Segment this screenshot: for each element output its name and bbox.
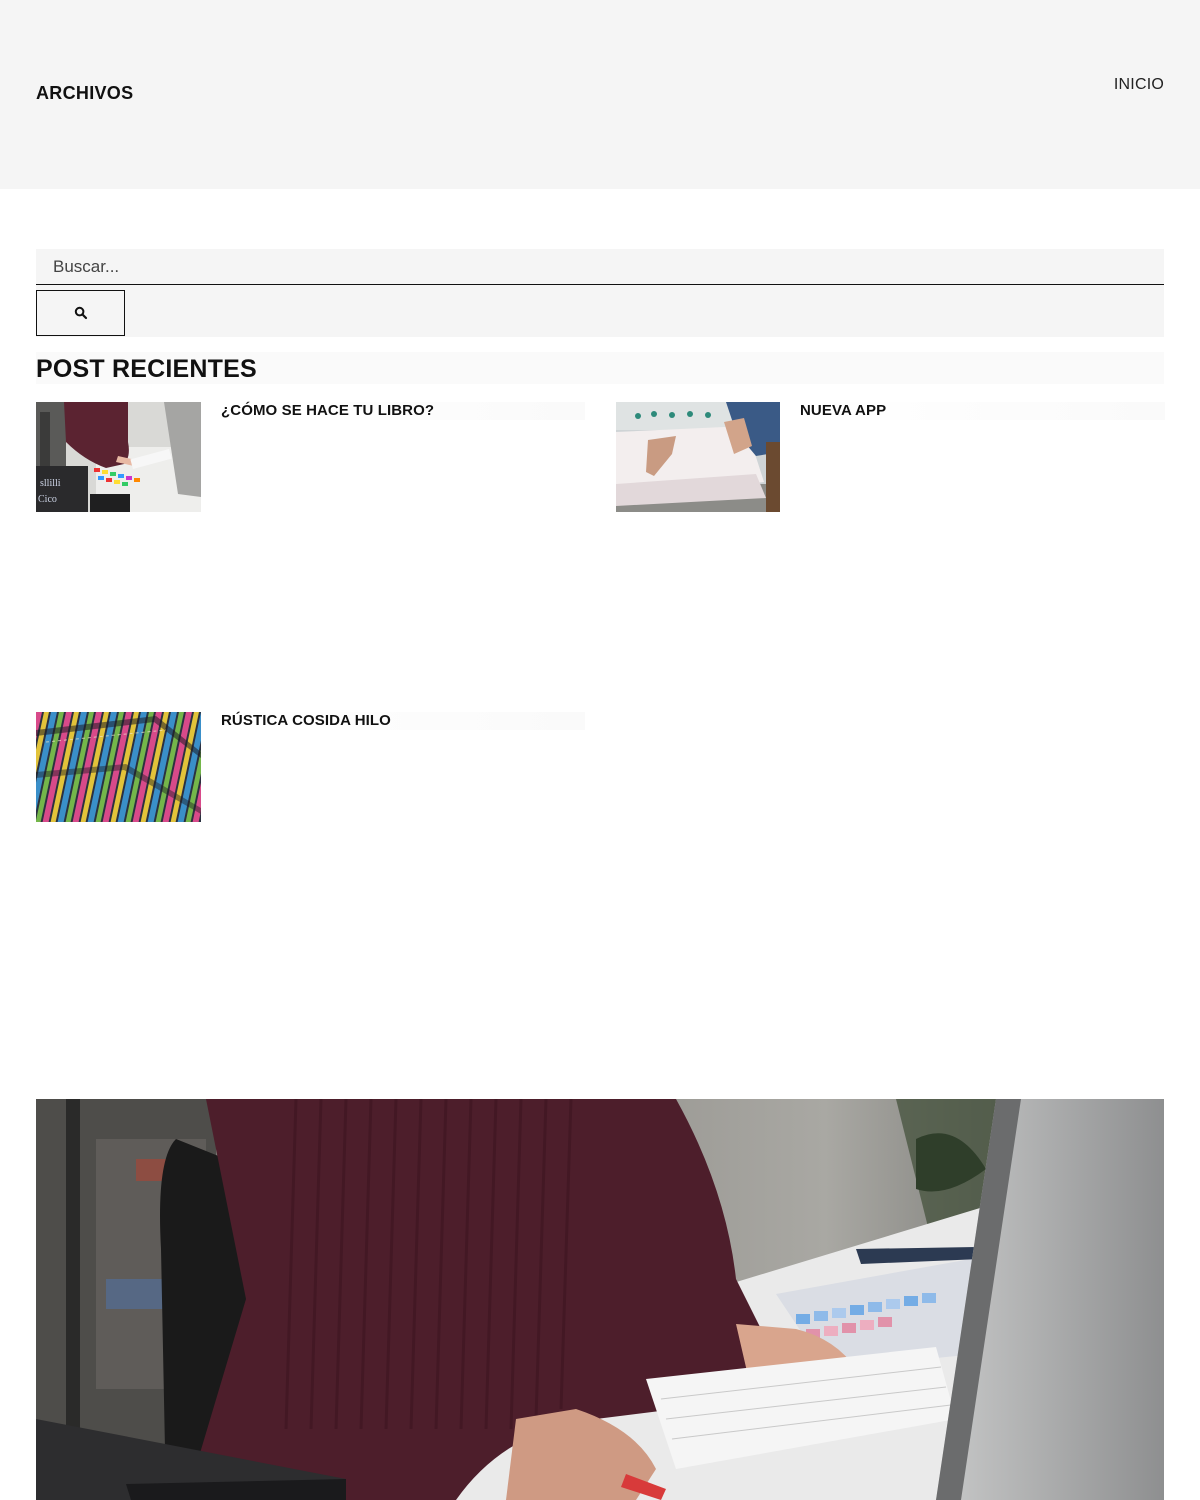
post-thumbnail-paper-stack[interactable] [616, 402, 780, 512]
recent-posts-heading: POST RECIENTES [36, 352, 1164, 384]
post-thumbnail-person-at-computer[interactable]: sllilli Cico [36, 402, 201, 512]
search-button[interactable] [36, 290, 125, 336]
person-at-computer-image: sllilli Cico [36, 402, 201, 512]
search-input[interactable] [36, 249, 1164, 285]
paper-stack-cutter-image [616, 402, 780, 512]
post-title[interactable]: RÚSTICA COSIDA HILO [221, 712, 585, 730]
post-thumbnail-colored-spines[interactable] [36, 712, 201, 822]
person-typing-at-desk-image [36, 1099, 1164, 1500]
featured-image-link[interactable] [36, 1099, 1164, 1500]
page-title: ARCHIVOS [36, 83, 134, 103]
svg-text:Cico: Cico [38, 494, 57, 505]
post-title[interactable]: NUEVA APP [800, 402, 1165, 420]
search-form [36, 249, 1164, 337]
colored-book-spines-image [36, 712, 201, 822]
svg-text:sllilli: sllilli [40, 478, 61, 489]
search-icon [74, 306, 87, 320]
site-header: ARCHIVOS INICIO [0, 0, 1200, 189]
recent-post-item: sllilli Cico ¿CÓMO SE HACE TU LIBRO? [36, 402, 585, 512]
post-title[interactable]: ¿CÓMO SE HACE TU LIBRO? [221, 402, 585, 420]
recent-post-item: NUEVA APP [616, 402, 1165, 512]
recent-post-item: RÚSTICA COSIDA HILO [36, 712, 585, 822]
nav-link-inicio[interactable]: INICIO [1114, 76, 1164, 94]
